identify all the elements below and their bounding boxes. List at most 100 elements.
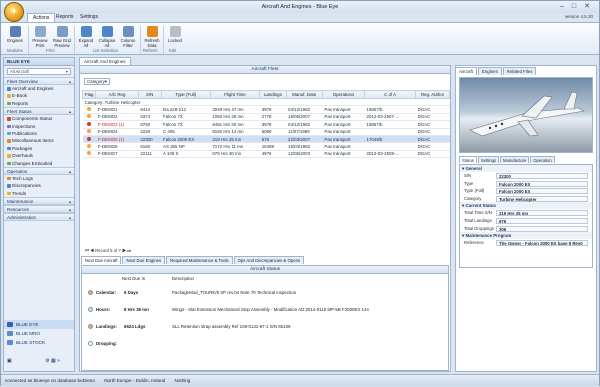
prop-value[interactable]: Falcon 2000 EX bbox=[496, 188, 588, 195]
status-label: Calendar: bbox=[96, 290, 117, 295]
group-row[interactable]: Category: Turbine Helicopter bbox=[82, 98, 450, 107]
sidebar-item-discrepancies[interactable]: Discrepancies bbox=[4, 182, 74, 189]
cell-ft: 8491 Hrs 30 mn bbox=[210, 120, 260, 129]
prop-value[interactable]: Turbine Helicopter bbox=[496, 195, 588, 202]
miscellaneous-items-icon bbox=[7, 139, 11, 143]
bottom-tabs: Next Due Aircraft Next Due Engines Require… bbox=[81, 256, 305, 265]
subtab-operation[interactable]: Operation bbox=[530, 156, 555, 163]
tech-logs-icon bbox=[7, 176, 11, 181]
locked-button[interactable]: Locked bbox=[165, 26, 185, 43]
subtab-status[interactable]: Status bbox=[459, 156, 477, 163]
table-row[interactable]: F-DEMO5 (1) 22300 Falcon 2000 EX 219 Hrs 25… bbox=[82, 135, 450, 144]
sidebar-item-tech-logs[interactable]: Tech Logs bbox=[4, 175, 74, 182]
cell-sn: 6414 bbox=[138, 105, 162, 114]
col-landings[interactable]: Landings bbox=[259, 90, 287, 99]
col-s-n[interactable]: S/N bbox=[137, 90, 162, 99]
raw-grid-preview-button[interactable]: Raw Grid Preview bbox=[52, 26, 72, 48]
tab-next-due-aircraft[interactable]: Next Due Aircraft bbox=[81, 256, 122, 264]
blue-eye-icon bbox=[7, 322, 13, 327]
sidebar-item-components-status[interactable]: Components Status bbox=[4, 115, 74, 122]
col-c-of-a[interactable]: C of A bbox=[364, 90, 417, 99]
sidebar-item-miscellaneous-items[interactable]: Miscellaneous Items bbox=[4, 137, 74, 144]
pager-first-icon[interactable]: ⏮ ◀ bbox=[85, 248, 95, 253]
table-row[interactable]: F-DEMO2 5374 Falcon 7X 1083 Hrs 28 mn 2778 18… bbox=[82, 113, 450, 122]
pager-last-icon[interactable]: ▶ ⏭ bbox=[121, 248, 131, 253]
cell-type: Da 228-212 bbox=[161, 105, 211, 114]
settings-icon[interactable]: ⚙ bbox=[45, 358, 49, 364]
record-pager[interactable]: ⏮ ◀ Record 5 of 7 ▶ ⏭ bbox=[85, 247, 147, 254]
category-maintenance-program[interactable]: ▾ Maintenance Program bbox=[460, 232, 592, 240]
section-resources[interactable]: Resources ▴ bbox=[4, 205, 74, 214]
prop-value[interactable]: 306 bbox=[496, 225, 588, 232]
sidebar-item-reports[interactable]: Reports bbox=[4, 100, 74, 107]
prop-value[interactable]: 22300 bbox=[496, 173, 588, 179]
col-manuf-date[interactable]: Manuf. Date bbox=[285, 90, 323, 99]
tab-next-due-engines[interactable]: Next Due Engines bbox=[122, 256, 166, 264]
col-operations[interactable]: Operations bbox=[321, 90, 366, 99]
cell-ft: 3049 Hrs 47 mn bbox=[210, 105, 260, 114]
module-blue-stock[interactable]: BLUE STOCK bbox=[4, 338, 74, 347]
tab-required-maintenance-tools[interactable]: Required Maintenance & Tools bbox=[166, 256, 233, 264]
section-operation[interactable]: Operation ▴ bbox=[4, 166, 74, 175]
cell-ld: 4976 bbox=[259, 150, 287, 159]
overflow-icon[interactable]: » bbox=[57, 358, 60, 364]
collapse-all-button[interactable]: Collapse All bbox=[97, 26, 117, 48]
section-administration[interactable]: Administration ▴ bbox=[4, 213, 74, 222]
aircraft-filter-input[interactable]: All Aircraft ▾ bbox=[7, 68, 71, 75]
cell-coa: 2012-03-2507-... bbox=[364, 113, 416, 122]
sidebar-item-aircraft-and-engines[interactable]: Aircraft and Engines bbox=[4, 85, 74, 92]
grid-icon[interactable]: ▦ bbox=[51, 358, 56, 364]
prop-value[interactable]: Falcon 2000 EX bbox=[496, 180, 588, 187]
tab-related-files[interactable]: Related Files bbox=[502, 67, 537, 75]
engines-button[interactable]: Engines bbox=[5, 26, 25, 43]
options-icon[interactable]: ▣ bbox=[7, 358, 12, 364]
maximize-icon[interactable]: □ bbox=[569, 2, 579, 11]
prop-value[interactable]: 219 Hrs 25 mn bbox=[496, 210, 588, 217]
sidebar-header: BLUE EYE bbox=[4, 58, 74, 66]
ribbon-tab-settings[interactable]: Settings bbox=[75, 13, 103, 22]
tab-aircraft[interactable]: Aircraft bbox=[455, 67, 477, 75]
col-flag[interactable]: Flag bbox=[81, 90, 97, 99]
prop-value[interactable]: 676 bbox=[496, 217, 588, 224]
section-fleet-overview[interactable]: Fleet Overview ▴ bbox=[4, 77, 74, 85]
packages-icon bbox=[7, 146, 11, 151]
table-row[interactable]: F-DEMO4 2229 C 405 8150 Hrs 14 mn 6069 11/07/… bbox=[82, 128, 450, 136]
category-dropdown[interactable]: Category ▾ bbox=[84, 78, 110, 85]
table-row[interactable]: F-DEMO3 (1) 6750 Falcon 7X 8491 Hrs 30 mn 39… bbox=[82, 120, 450, 129]
table-row[interactable]: F-DEMO6 5160 AS 355 NP 7172 Hrs 11 mn 15499 1… bbox=[82, 142, 450, 151]
column-filter-button[interactable]: Column Filter bbox=[118, 26, 138, 48]
table-row[interactable]: F-DEMO1 6414 Da 228-212 3049 Hrs 47 mn 3976 0… bbox=[82, 105, 450, 114]
refresh-data-button[interactable]: Refresh Data bbox=[142, 26, 162, 48]
aircraft-status-title: Aircraft Status bbox=[82, 266, 448, 274]
cell-reg: F-DEMO5 (1) bbox=[95, 135, 139, 144]
section-fleet-status[interactable]: Fleet Status ▴ bbox=[4, 107, 74, 116]
app-menu-orb[interactable]: ✈ bbox=[4, 2, 24, 22]
table-row[interactable]: F-DEMO7 22111 A 109 S 679 Hrs 30 mn 4976 12/0… bbox=[82, 150, 450, 159]
category-general[interactable]: ▾ General bbox=[460, 165, 592, 172]
col-flight-time[interactable]: Flight Time bbox=[209, 90, 261, 99]
sidebar-item-packages[interactable]: Packages bbox=[4, 145, 74, 152]
sidebar-item-e-book[interactable]: E-Book bbox=[4, 92, 74, 99]
sidebar-item-overhauls[interactable]: Overhauls bbox=[4, 152, 74, 159]
col-type-full[interactable]: Type (Full) bbox=[160, 90, 211, 99]
sidebar-item-inspections[interactable]: Inspections bbox=[4, 123, 74, 130]
doc-tab-aircraft-engines[interactable]: Aircraft And Engines bbox=[79, 57, 131, 65]
subtab-settings[interactable]: Settings bbox=[477, 156, 500, 163]
sidebar-item-changes-embodied[interactable]: Changes Embodied bbox=[4, 160, 74, 167]
preview-print-button[interactable]: Preview Print bbox=[30, 26, 50, 48]
minimize-icon[interactable]: – bbox=[557, 2, 567, 11]
col-a-c-reg[interactable]: A/C Reg bbox=[95, 90, 139, 99]
close-icon[interactable]: ✕ bbox=[582, 2, 592, 11]
col-reg-author[interactable]: Reg. Author bbox=[415, 90, 450, 99]
category-current-status[interactable]: ▾ Current Status bbox=[460, 202, 592, 210]
tab-engines[interactable]: Engines bbox=[477, 67, 502, 75]
subtab-manufacture[interactable]: Manufacture bbox=[500, 156, 530, 163]
expand-all-button[interactable]: Expand All bbox=[76, 26, 96, 48]
module-blue-mro[interactable]: BLUE MRO bbox=[4, 329, 74, 338]
sidebar-item-publications[interactable]: Publications bbox=[4, 130, 74, 137]
prop-value[interactable]: The Owner - Falcon 2000 EX base 8 Rev0 bbox=[496, 240, 588, 247]
tab-ops-and-discrepancies-opens[interactable]: Ops And Discrepancies & Opens bbox=[233, 256, 305, 264]
section-maintenance[interactable]: Maintenance ▴ bbox=[4, 197, 74, 206]
module-blue-eye[interactable]: BLUE EYE bbox=[4, 320, 74, 329]
sidebar-item-trends[interactable]: Trends bbox=[4, 190, 74, 197]
